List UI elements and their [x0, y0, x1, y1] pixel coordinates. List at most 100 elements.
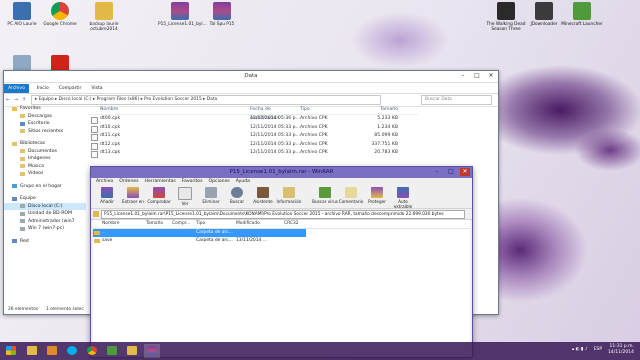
sfx-button[interactable]: Auto extraíble — [390, 186, 416, 209]
ribbon-tab-home[interactable]: Inicio — [32, 86, 54, 91]
explorer-titlebar[interactable]: Data – □ ✕ — [4, 71, 498, 83]
info-button[interactable]: Información — [276, 186, 302, 208]
nav-music[interactable]: Música — [4, 163, 86, 171]
protect-button[interactable]: Proteger — [364, 186, 390, 208]
file-row[interactable]: dt12.cpk 12/11/2014 05:33 p... Archivo C… — [88, 141, 418, 150]
nav-homegroup[interactable]: Grupo en el hogar — [4, 183, 86, 191]
delete-button[interactable]: Eliminar — [198, 186, 224, 208]
column-name[interactable]: Nombre — [88, 105, 200, 114]
file-row[interactable]: dt10.cpk 12/11/2014 05:33 p... Archivo C… — [88, 124, 418, 133]
back-button[interactable]: ← — [4, 97, 12, 103]
selection-count: 1 elemento selec — [46, 307, 84, 312]
extract-button[interactable]: Extraer en — [120, 186, 146, 208]
explorer-ribbon: Archivo Inicio Compartir Vista — [4, 83, 498, 94]
nav-local-disk[interactable]: Disco local (C:) — [4, 202, 86, 210]
desktop-icon-tal[interactable]: Tal Spu P15 — [200, 2, 244, 27]
nav-videos[interactable]: Vídeos — [4, 170, 86, 178]
maximize-button[interactable]: □ — [446, 168, 456, 176]
nav-bd-rom[interactable]: Unidad de BD-ROM — [4, 210, 86, 218]
file-row[interactable]: dt00.cpk 12/11/2014 05:36 p... Archivo C… — [88, 115, 418, 124]
menu-opciones[interactable]: Opciones — [206, 178, 233, 186]
menu-herramientas[interactable]: Herramientas — [141, 178, 178, 186]
language-indicator[interactable]: ESP — [594, 347, 602, 353]
explorer-title: Data — [244, 73, 258, 79]
ribbon-tab-file[interactable]: Archivo — [4, 83, 29, 93]
nav-win7-share[interactable]: Win 7 (win7-pc) — [4, 225, 86, 233]
column-modified[interactable]: Modificado — [236, 220, 284, 228]
desktop-icon-chrome[interactable]: Google Chrome — [38, 2, 82, 27]
menu-archivo[interactable]: Archivo — [93, 178, 116, 186]
add-button[interactable]: Añadir — [94, 186, 120, 208]
up-folder-icon[interactable] — [93, 211, 99, 217]
add-icon — [101, 187, 113, 198]
winrar-icon — [171, 2, 189, 20]
taskbar-minecraft[interactable] — [104, 344, 120, 358]
column-name[interactable]: Nombre — [93, 220, 146, 228]
taskbar-skype[interactable] — [64, 344, 80, 358]
menu-ordenes[interactable]: Órdenes — [116, 178, 141, 186]
virus-scan-button[interactable]: Buscar virus — [312, 186, 338, 208]
nav-network[interactable]: Red — [4, 238, 86, 246]
minimize-button[interactable]: – — [458, 72, 468, 80]
menu-ayuda[interactable]: Ayuda — [233, 178, 253, 186]
winrar-path-bar[interactable]: P15_License1.01_bylaim.rar\P15_License1.… — [101, 209, 465, 219]
desktop-icon-rar[interactable]: P15_License1.01_byl... — [158, 2, 207, 27]
explorer-status-bar: 26 elementos 1 elemento selec — [8, 307, 84, 312]
column-type[interactable]: Tipo — [196, 220, 236, 228]
nav-downloads[interactable]: Descargas — [4, 113, 86, 121]
search-input[interactable]: Buscar Data — [421, 95, 492, 105]
ribbon-tab-share[interactable]: Compartir — [54, 86, 87, 91]
column-crc[interactable]: CRC32 — [284, 220, 306, 228]
column-date[interactable]: Fecha de modificación — [250, 105, 300, 121]
taskbar-folder2[interactable] — [124, 344, 140, 358]
file-row[interactable]: dt13.cpk 12/11/2014 05:33 p... Archivo C… — [88, 149, 418, 158]
list-item[interactable]: save Carpeta de arc... 13/11/2014 ... — [93, 237, 470, 245]
computer-icon — [12, 196, 17, 201]
nav-admin-share[interactable]: Administrador (win7 — [4, 218, 86, 226]
comment-button[interactable]: Comentario — [338, 186, 364, 208]
list-item[interactable]: .. Carpeta de arc... — [93, 229, 470, 237]
nav-documents[interactable]: Documentos — [4, 148, 86, 156]
tray-icons[interactable]: ▴ ◐ ▮ ♪ — [572, 347, 588, 353]
test-icon — [153, 187, 165, 198]
column-size[interactable]: Tamaño — [146, 220, 172, 228]
maximize-button[interactable]: □ — [472, 72, 482, 80]
download-icon — [20, 114, 25, 119]
find-button[interactable]: Buscar — [224, 186, 250, 208]
close-button[interactable]: ✕ — [460, 168, 470, 176]
forward-button[interactable]: → — [12, 97, 20, 103]
desktop-icon-backup[interactable]: backup laurie octubre2014 — [82, 2, 126, 32]
nav-favorites[interactable]: Favoritos — [4, 105, 86, 113]
taskbar-winrar[interactable] — [144, 344, 160, 358]
file-row[interactable]: dt11.cpk 12/11/2014 05:33 p... Archivo C… — [88, 132, 418, 141]
taskbar-chrome[interactable] — [84, 344, 100, 358]
wizard-button[interactable]: Asistente — [250, 186, 276, 208]
minimize-button[interactable]: – — [432, 168, 442, 176]
desktop-icon-minecraft[interactable]: Minecraft Launcher — [560, 2, 604, 27]
ribbon-tab-view[interactable]: Vista — [86, 86, 107, 91]
minecraft-icon — [573, 2, 591, 20]
nav-recent[interactable]: Sitios recientes — [4, 128, 86, 136]
clock[interactable]: 11:31 p.m. 14/11/2014 — [608, 344, 634, 356]
address-bar[interactable]: ▸ Equipo ▸ Disco local (C:) ▸ Program Fi… — [31, 95, 381, 105]
test-button[interactable]: Comprobar — [146, 186, 172, 208]
menu-favoritos[interactable]: Favoritos — [179, 178, 206, 186]
nav-desktop[interactable]: Escritorio — [4, 120, 86, 128]
protect-icon — [371, 187, 383, 198]
winrar-window[interactable]: P15_License1.01_bylaim.rar - WinRAR – □ … — [90, 166, 473, 358]
start-button[interactable] — [3, 344, 19, 358]
up-button[interactable]: ↑ — [20, 97, 28, 103]
recent-icon — [20, 129, 25, 134]
close-button[interactable]: ✕ — [486, 72, 496, 80]
nav-images[interactable]: Imágenes — [4, 155, 86, 163]
taskbar-explorer[interactable] — [24, 344, 40, 358]
nav-computer[interactable]: Equipo — [4, 195, 86, 203]
nav-libraries[interactable]: Bibliotecas — [4, 140, 86, 148]
winrar-titlebar[interactable]: P15_License1.01_bylaim.rar - WinRAR – □ … — [91, 167, 472, 178]
navigation-pane: Favoritos Descargas Escritorio Sitios re… — [4, 105, 86, 301]
column-size[interactable]: Tamaño — [352, 105, 398, 114]
taskbar-media[interactable] — [44, 344, 60, 358]
column-type[interactable]: Tipo — [300, 105, 352, 114]
view-button[interactable]: Ver — [172, 186, 198, 208]
column-packed[interactable]: Compr... — [172, 220, 196, 228]
